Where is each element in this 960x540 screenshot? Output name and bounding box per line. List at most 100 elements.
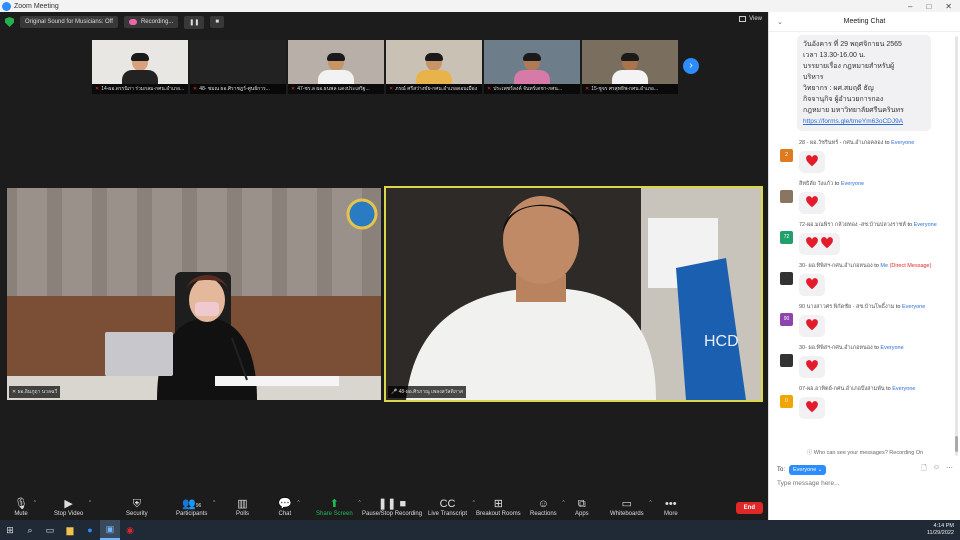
video-tile-left[interactable]: ✕ ผอ.อิมภูฤา นวลฉวี xyxy=(7,188,381,400)
minimize-icon[interactable]: – xyxy=(908,2,912,11)
window-title: Zoom Meeting xyxy=(14,2,59,10)
heart-reaction-bubble[interactable] xyxy=(799,233,840,255)
chevron-up-icon[interactable]: ^ xyxy=(213,500,215,506)
meeting-top-bar: Original Sound for Musicians: Off Record… xyxy=(0,12,768,32)
recipient-select[interactable]: Everyone ⌄ xyxy=(789,464,827,475)
sender-name[interactable]: 07-ผอ.อาทิตย์-กศน.อำเภอบึงสามพัน xyxy=(799,386,885,392)
emoji-icon[interactable]: ☺ xyxy=(933,464,940,475)
participant-tile[interactable]: ✕ ภรณ์ ศรีสว่างชัย-กศน.อำเภอดอนเมือง xyxy=(386,40,482,94)
chat-bubble-line: วันอังคาร ที่ 29 พฤศจิกายน 2565 xyxy=(803,41,902,48)
file-explorer-icon[interactable]: ▆ xyxy=(60,520,80,540)
maximize-icon[interactable]: □ xyxy=(926,2,931,11)
more-dots-icon[interactable]: ⋯ xyxy=(946,464,953,475)
security-shield-icon[interactable] xyxy=(5,17,14,27)
breakout-rooms-label: Breakout Rooms xyxy=(476,511,521,517)
chevron-up-icon[interactable]: ^ xyxy=(649,500,651,506)
stop-video-button[interactable]: ▶ ^ Stop Video xyxy=(54,498,91,517)
video-tile-active-speaker[interactable]: HCD 🎤 48-ผอ.ศิรภาณู เพลงสวัสดิภาส xyxy=(384,186,763,402)
chat-header: ⌄ Meeting Chat xyxy=(769,12,960,32)
muted-mic-icon: ✕ xyxy=(487,86,492,92)
chat-message-input[interactable] xyxy=(777,480,953,487)
heart-reaction-bubble[interactable] xyxy=(799,151,825,173)
participant-tile[interactable]: ✕ 48- ชมณ ผอ.ศิราชฎร์-ศูนย์การ... xyxy=(190,40,286,94)
heart-reaction-bubble[interactable] xyxy=(799,356,825,378)
participant-body xyxy=(612,70,648,84)
heart-reaction-bubble[interactable] xyxy=(799,274,825,296)
chat-scrollbar[interactable] xyxy=(955,36,958,456)
message-meta: 90 นางสาวศร พิกัดชัย - สช.บ้านโพธิ์งาม t… xyxy=(799,303,925,311)
video-left-name: ผอ.อิมภูฤา นวลฉวี xyxy=(17,389,58,395)
chat-bubble-line: วิทยากร : ผศ.สมฤดี ธัญ xyxy=(803,85,874,92)
more-button[interactable]: ••• More xyxy=(664,498,678,517)
heart-reaction-bubble[interactable] xyxy=(799,397,825,419)
info-icon: ⓘ xyxy=(806,450,814,456)
participant-tile[interactable]: ✕ ประเพชร์ลงค์ จันทร์เดชา-กศน... xyxy=(484,40,580,94)
pause-stop-recording-button[interactable]: ❚❚ ■ Pause/Stop Recording xyxy=(362,498,422,517)
chevron-up-icon[interactable]: ^ xyxy=(562,500,564,506)
live-transcript-button[interactable]: CC ^ Live Transcript xyxy=(428,498,475,517)
chevron-up-icon[interactable]: ^ xyxy=(473,500,475,506)
original-sound-button[interactable]: Original Sound for Musicians: Off xyxy=(20,16,118,28)
message-meta: 28 - ผอ.วัชรินทร์ - กศน.อำเภอคลอง to Eve… xyxy=(799,139,914,147)
apps-button[interactable]: ⧉ Apps xyxy=(575,498,589,517)
video-left-scene xyxy=(7,188,381,400)
recording-app-icon[interactable]: ◉ xyxy=(120,520,140,540)
who-can-see-notice[interactable]: ⓘ Who can see your messages? Recording O… xyxy=(769,448,960,456)
reactions-button[interactable]: ☺ ^ Reactions xyxy=(530,498,565,517)
sender-name[interactable]: สิทธิลัย วังแก้ว xyxy=(799,181,833,187)
apps-label: Apps xyxy=(575,511,589,517)
search-icon[interactable]: ⌕ xyxy=(20,520,40,540)
stop-recording-button[interactable]: ■ xyxy=(210,16,224,28)
polls-icon: ▥ xyxy=(237,498,248,510)
chat-link[interactable]: https://forms.gle/tmeYm63oCDJ9A xyxy=(803,116,925,127)
chevron-up-icon[interactable]: ^ xyxy=(34,500,36,506)
task-view-icon[interactable]: ▭ xyxy=(40,520,60,540)
chevron-up-icon[interactable]: ^ xyxy=(297,500,299,506)
taskbar-clock[interactable]: 4:14 PM 11/29/2022 xyxy=(927,523,960,537)
breakout-rooms-button[interactable]: ⊞ Breakout Rooms xyxy=(476,498,521,517)
chat-button[interactable]: 💬 ^ Chat xyxy=(278,498,300,517)
to-word: to xyxy=(874,345,879,351)
participant-tile[interactable]: ✕ 47-ชร.ล ผอ.ธนพล แดงประเสริฐ... xyxy=(288,40,384,94)
share-screen-button[interactable]: ⬆ ^ Share Screen xyxy=(316,498,361,517)
original-sound-label: Original Sound for Musicians: Off xyxy=(25,19,113,25)
participant-tile[interactable]: ✕ 15-ชูจร ศรสุทธิพ-กศน.อำเภอ... xyxy=(582,40,678,94)
chat-message-list: 2 28 - ผอ.วัชรินทร์ - กศน.อำเภอคลอง to Ev… xyxy=(769,139,955,426)
recording-indicator: Recording... xyxy=(123,16,179,28)
pause-recording-button[interactable]: ❚❚ xyxy=(184,15,205,29)
chat-messages[interactable]: วันอังคาร ที่ 29 พฤศจิกายน 2565 เวลา 13.… xyxy=(769,32,955,448)
message-meta: 30- ผอ.ทิพิสฯ-กศน.อำเภอหนอง to Me (Direc… xyxy=(799,262,931,270)
muted-mic-icon: ✕ xyxy=(193,86,198,92)
file-icon[interactable]: 🗋 xyxy=(921,464,927,475)
sender-name[interactable]: 90 นางสาวศร พิกัดชัย - สช.บ้านโพธิ์งาม xyxy=(799,304,894,310)
message-meta: สิทธิลัย วังแก้ว to Everyone xyxy=(799,180,864,188)
heart-icon xyxy=(805,400,819,414)
sender-avatar: 2 xyxy=(780,149,793,162)
view-button[interactable]: View xyxy=(739,16,762,22)
photos-app-icon[interactable]: ▣ xyxy=(100,520,120,540)
chevron-up-icon[interactable]: ^ xyxy=(358,500,360,506)
heart-reaction-bubble[interactable] xyxy=(799,315,825,337)
sender-name[interactable]: 72-ผอ.มณพิรา กล้วยทอง -สช.บ้านปลวงราชห์ xyxy=(799,222,906,228)
sender-name[interactable]: 30- ผอ.ทิพิสฯ-กศน.อำเภอหนอง xyxy=(799,345,873,351)
heart-reaction-bubble[interactable] xyxy=(799,192,825,214)
muted-mic-icon: ✕ xyxy=(585,86,590,92)
sender-name[interactable]: 28 - ผอ.วัชรินทร์ - กศน.อำเภอคลอง xyxy=(799,140,883,146)
end-meeting-button[interactable]: End xyxy=(735,502,763,514)
participants-button[interactable]: 👥96 ^ Participants xyxy=(176,498,215,517)
mute-button[interactable]: 🎙 ^ Mute xyxy=(14,498,36,517)
polls-button[interactable]: ▥ Polls xyxy=(236,498,249,517)
chevron-up-icon[interactable]: ^ xyxy=(89,500,91,506)
sender-name[interactable]: 30- ผอ.ทิพิสฯ-กศน.อำเภอหนอง xyxy=(799,263,873,269)
next-page-button[interactable]: › xyxy=(683,58,699,74)
chevron-down-icon[interactable]: ⌄ xyxy=(777,18,783,26)
participant-tile[interactable]: ✕ 14-ผอ.ดรรนิภา ร่วมกลม-กศน.อำเภอ... xyxy=(92,40,188,94)
whiteboards-button[interactable]: ▭ ^ Whiteboards xyxy=(610,498,652,517)
more-dots-icon: ••• xyxy=(665,498,677,510)
windows-start-icon[interactable]: ⊞ xyxy=(0,520,20,540)
close-icon[interactable]: ✕ xyxy=(945,2,952,11)
zoom-app-icon[interactable]: ● xyxy=(80,520,100,540)
security-button[interactable]: ⛨ Security xyxy=(126,498,148,517)
participant-name: ✕ 15-ชูจร ศรสุทธิพ-กศน.อำเภอ... xyxy=(582,84,678,94)
chat-icon: 💬 xyxy=(278,498,292,510)
